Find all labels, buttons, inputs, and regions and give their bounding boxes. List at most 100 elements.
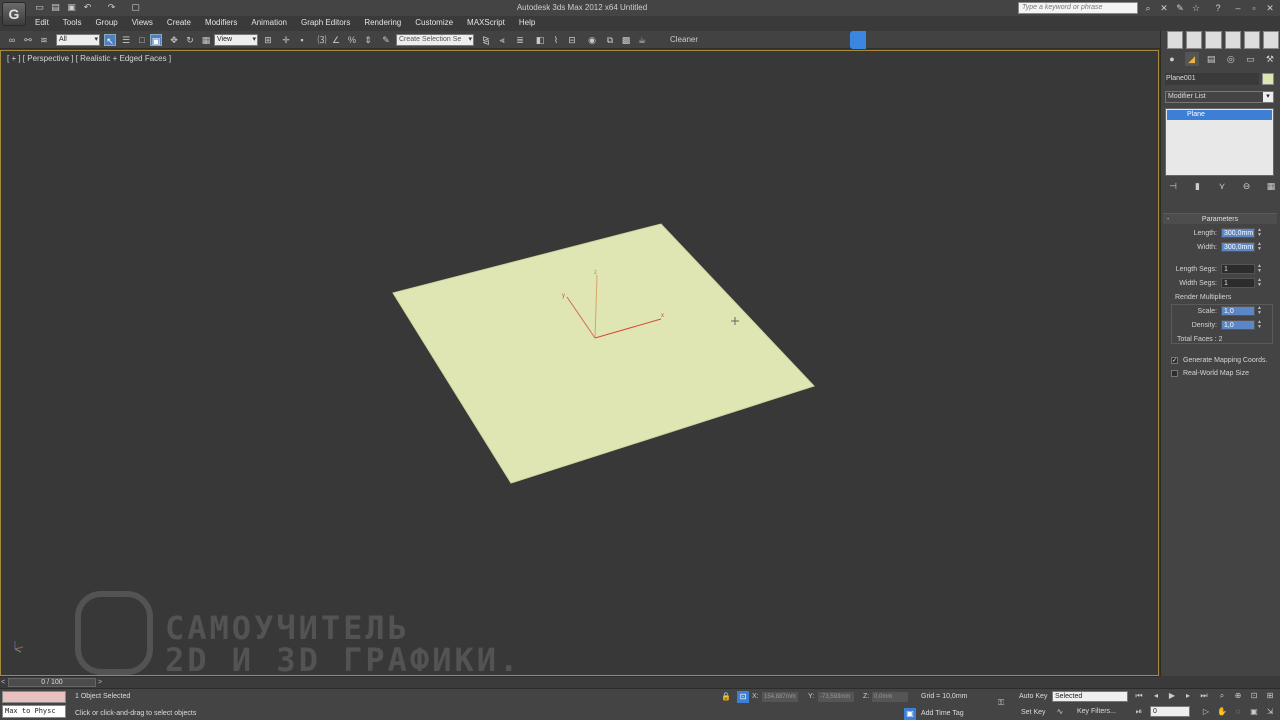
create-tab-icon[interactable]: ● — [1165, 52, 1179, 66]
search-input[interactable]: Type a keyword or phrase — [1018, 2, 1138, 14]
key-mode-toggle-icon[interactable]: ⏯ — [1133, 706, 1145, 718]
layer-manager-icon[interactable]: ≣ — [514, 34, 526, 46]
strip-button[interactable] — [1186, 31, 1203, 49]
zoom-extents-icon[interactable]: ⊡ — [1248, 690, 1260, 702]
add-time-tag[interactable]: Add Time Tag — [921, 710, 964, 717]
time-slider-thumb[interactable]: 0 / 100 — [8, 678, 96, 687]
density-spinner[interactable]: ▲ ▼ — [1257, 320, 1262, 330]
edit-named-sel-icon[interactable]: ✎ — [380, 34, 392, 46]
project-folder-icon[interactable]: ▢ — [130, 2, 141, 13]
maxscript-command-input[interactable]: Max to Physc — [2, 705, 66, 718]
search-icon[interactable]: ⌕ — [1142, 2, 1154, 14]
key-icon[interactable]: ⚿ — [993, 697, 1009, 709]
lock-selection-icon[interactable]: 🔒 — [720, 691, 732, 703]
scale-field[interactable]: 1,0 — [1221, 306, 1255, 316]
pivot-center-icon[interactable]: ⊞ — [262, 34, 274, 46]
key-filters-button[interactable]: Key Filters... — [1077, 708, 1116, 715]
field-of-view-icon[interactable]: ▷ — [1200, 706, 1212, 718]
pin-stack-icon[interactable]: ⊣ — [1167, 181, 1179, 193]
percent-snap-icon[interactable]: % — [346, 34, 358, 46]
align-icon[interactable]: ⫷ — [496, 34, 508, 46]
keyboard-shortcut-icon[interactable]: ▪ — [296, 34, 308, 46]
length-field[interactable]: 300,0mm — [1221, 228, 1255, 238]
angle-snap-icon[interactable]: ∠ — [330, 34, 342, 46]
make-unique-icon[interactable]: ⋎ — [1216, 181, 1228, 193]
absolute-mode-icon[interactable]: ⊡ — [737, 691, 749, 703]
go-to-end-icon[interactable]: ⏭ — [1198, 690, 1210, 702]
utilities-tab-icon[interactable]: ⚒ — [1263, 52, 1277, 66]
modify-tab-icon[interactable]: ◢ — [1184, 52, 1199, 66]
tools-icon[interactable]: ✕ — [1158, 2, 1170, 14]
unlink-icon[interactable]: ⚯ — [22, 34, 34, 46]
communication-icon[interactable]: ✎ — [1174, 2, 1186, 14]
snaps-toggle-icon[interactable]: ⑶ — [316, 34, 328, 46]
x-coord-field[interactable]: 154,887mm — [762, 692, 798, 702]
width-spinner[interactable]: ▲ ▼ — [1257, 242, 1262, 252]
scale-spinner[interactable]: ▲ ▼ — [1257, 306, 1262, 316]
curve-editor-icon[interactable]: ⌇ — [550, 34, 562, 46]
rendered-frame-icon[interactable]: ▩ — [620, 34, 632, 46]
bind-spacewarp-icon[interactable]: ≋ — [38, 34, 50, 46]
rect-region-icon[interactable]: □ — [136, 34, 148, 46]
menu-modifiers[interactable]: Modifiers — [198, 16, 244, 30]
width-field[interactable]: 300,0mm — [1221, 242, 1255, 252]
restore-icon[interactable]: ▫ — [1248, 2, 1260, 14]
display-tab-icon[interactable]: ▭ — [1243, 52, 1257, 66]
manipulate-icon[interactable]: ✛ — [280, 34, 292, 46]
go-to-start-icon[interactable]: ⏮ — [1133, 690, 1145, 702]
window-crossing-icon[interactable]: ▣ — [150, 34, 162, 46]
menu-views[interactable]: Views — [125, 16, 160, 30]
application-button[interactable]: G — [2, 2, 26, 26]
minimize-icon[interactable]: – — [1232, 2, 1244, 14]
object-name-field[interactable]: Plane001 — [1165, 73, 1259, 85]
width-segs-spinner[interactable]: ▲ ▼ — [1257, 278, 1262, 288]
selection-filter-dropdown[interactable]: All — [56, 34, 100, 46]
width-segs-field[interactable]: 1 — [1221, 278, 1255, 288]
menu-tools[interactable]: Tools — [56, 16, 89, 30]
object-color-swatch[interactable] — [1262, 73, 1274, 85]
menu-help[interactable]: Help — [512, 16, 542, 30]
save-file-icon[interactable]: ▣ — [66, 2, 77, 13]
previous-frame-icon[interactable]: ◂ — [1150, 690, 1162, 702]
help-icon[interactable]: ? — [1212, 2, 1224, 14]
strip-button[interactable] — [1205, 31, 1222, 49]
parameters-rollout-header[interactable]: - Parameters — [1163, 213, 1277, 224]
configure-sets-icon[interactable]: ▦ — [1265, 181, 1277, 193]
close-icon[interactable]: ✕ — [1264, 2, 1276, 14]
spinner-snap-icon[interactable]: ⇕ — [362, 34, 374, 46]
select-by-name-icon[interactable]: ☰ — [120, 34, 132, 46]
new-file-icon[interactable]: ▭ — [34, 2, 45, 13]
undo-icon[interactable]: ↶ — [82, 2, 93, 13]
orbit-icon[interactable]: ◌ — [1232, 706, 1244, 718]
render-production-icon[interactable]: ☕ — [636, 34, 648, 46]
key-tangent-icon[interactable]: ∿ — [1054, 706, 1066, 718]
favorites-icon[interactable]: ☆ — [1190, 2, 1202, 14]
perspective-viewport[interactable]: [ + ] [ Perspective ] [ Realistic + Edge… — [0, 50, 1159, 679]
maximize-viewport-icon[interactable]: ▣ — [1248, 706, 1260, 718]
zoom-all-icon[interactable]: ⊕ — [1232, 690, 1244, 702]
zoom-icon[interactable]: ⌕ — [1216, 690, 1228, 702]
length-spinner[interactable]: ▲ ▼ — [1257, 228, 1262, 238]
graphite-toggle-icon[interactable]: ◧ — [534, 34, 546, 46]
real-world-map-checkbox[interactable]: Real-World Map Size — [1171, 369, 1275, 379]
remove-modifier-icon[interactable]: ⊖ — [1241, 181, 1253, 193]
hierarchy-tab-icon[interactable]: ▤ — [1204, 52, 1218, 66]
named-selection-dropdown[interactable]: Create Selection Se — [396, 34, 474, 46]
redo-icon[interactable]: ↷ — [106, 2, 117, 13]
maxscript-listener-output[interactable] — [2, 691, 66, 703]
menu-group[interactable]: Group — [88, 16, 124, 30]
schematic-view-icon[interactable]: ⊟ — [566, 34, 578, 46]
link-icon[interactable]: ∞ — [6, 34, 18, 46]
zoom-extents-all-icon[interactable]: ⊞ — [1264, 690, 1276, 702]
menu-maxscript[interactable]: MAXScript — [460, 16, 512, 30]
select-object-icon[interactable]: ↖ — [104, 34, 116, 46]
walkthrough-icon[interactable]: ⇲ — [1264, 706, 1276, 718]
cleaner-button[interactable]: Cleaner — [670, 34, 698, 46]
scale-icon[interactable]: ▦ — [200, 34, 212, 46]
menu-customize[interactable]: Customize — [408, 16, 460, 30]
z-coord-field[interactable]: 0,0mm — [872, 692, 908, 702]
rotate-icon[interactable]: ↻ — [184, 34, 196, 46]
open-file-icon[interactable]: ▤ — [50, 2, 61, 13]
length-segs-spinner[interactable]: ▲ ▼ — [1257, 264, 1262, 274]
menu-create[interactable]: Create — [160, 16, 198, 30]
